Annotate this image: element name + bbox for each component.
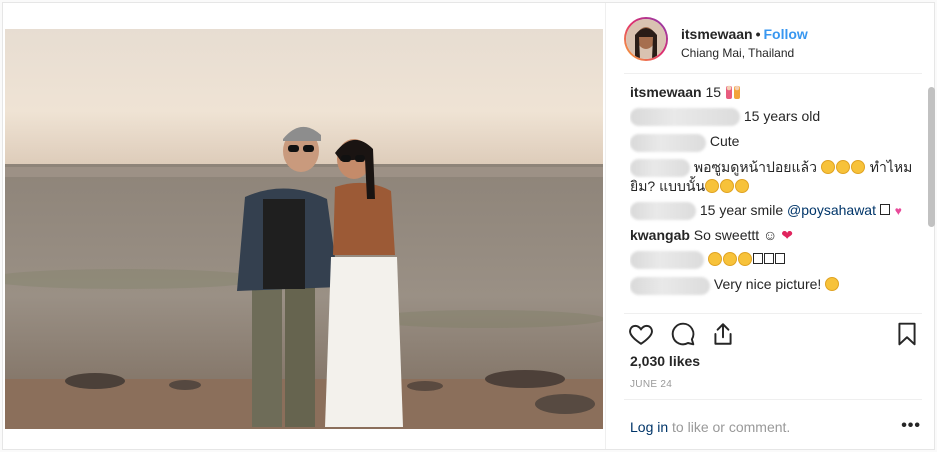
photo-image bbox=[5, 29, 603, 429]
laughing-emoji-icon bbox=[820, 159, 835, 174]
comment-text-continued: ยิม? แบบนั้น bbox=[630, 177, 706, 194]
comment-username[interactable]: kwangab bbox=[630, 227, 690, 243]
comments-list: itsmewaan 15 15 years old Cute พอซูมดูหน… bbox=[630, 83, 918, 311]
comment-text: 15 year smile bbox=[699, 201, 784, 218]
login-prompt: Log in to like or comment. bbox=[630, 419, 790, 435]
more-options-icon[interactable]: ••• bbox=[901, 417, 921, 435]
grin-emoji-icon bbox=[720, 178, 735, 193]
laughing-emoji-icon bbox=[835, 159, 850, 174]
comment-text: So sweettt ☺ bbox=[693, 227, 778, 244]
blurred-username bbox=[630, 108, 740, 127]
blurred-username bbox=[630, 276, 710, 295]
comments-divider bbox=[624, 313, 922, 314]
laughing-emoji-icon bbox=[850, 159, 865, 174]
comment-item: พอซูมดูหน้าปอยแล้ว ทำไหม ยิม? แบบนั้น bbox=[630, 158, 918, 195]
comment-text: Very nice picture! bbox=[713, 276, 822, 293]
comment-item: Cute bbox=[630, 132, 918, 152]
grin-emoji-icon bbox=[705, 178, 720, 193]
post-date[interactable]: JUNE 24 bbox=[630, 379, 672, 390]
comment-icon[interactable] bbox=[670, 321, 698, 349]
smile-emoji-icon bbox=[707, 252, 722, 267]
missing-glyph-icon bbox=[752, 253, 763, 265]
missing-glyph-icon bbox=[763, 253, 774, 265]
comment-text: พอซูมดูหน้าปอยแล้ว bbox=[693, 158, 817, 175]
blurred-username bbox=[630, 202, 696, 221]
action-bar bbox=[624, 321, 924, 349]
comment-item: itsmewaan 15 bbox=[630, 83, 918, 101]
header-divider bbox=[624, 73, 922, 74]
comments-scrollbar[interactable] bbox=[928, 87, 935, 227]
login-rest-text: to like or comment. bbox=[668, 419, 791, 435]
location-link[interactable]: Chiang Mai, Thailand bbox=[681, 46, 794, 60]
kiss-emoji-icon bbox=[825, 277, 840, 292]
comment-username[interactable]: itsmewaan bbox=[630, 84, 702, 100]
missing-glyph-icon bbox=[879, 203, 890, 215]
post-photo[interactable] bbox=[5, 29, 603, 429]
sparkle-heart-emoji-icon: ♥ bbox=[894, 203, 902, 218]
login-link[interactable]: Log in bbox=[630, 419, 668, 435]
comment-text: Cute bbox=[709, 133, 740, 150]
smile-emoji-icon bbox=[722, 252, 737, 267]
heart-icon[interactable] bbox=[628, 321, 656, 349]
grin-emoji-icon bbox=[735, 178, 750, 193]
separator-dot: • bbox=[755, 26, 761, 42]
comment-item: Very nice picture! bbox=[630, 275, 918, 295]
share-icon[interactable] bbox=[710, 321, 738, 349]
footer-divider bbox=[624, 399, 922, 400]
follow-button[interactable]: Follow bbox=[764, 26, 808, 42]
instagram-post: itsmewaan • Follow Chiang Mai, Thailand it… bbox=[2, 2, 935, 450]
dolls-emoji-icon bbox=[725, 84, 741, 100]
bookmark-icon[interactable] bbox=[894, 321, 922, 349]
smile-emoji-icon bbox=[737, 252, 752, 267]
comment-text: 15 years old bbox=[743, 108, 821, 124]
comment-item bbox=[630, 250, 918, 270]
post-side-panel: itsmewaan • Follow Chiang Mai, Thailand it… bbox=[605, 3, 937, 449]
comment-text-continued: ทำไหม bbox=[869, 158, 913, 175]
avatar[interactable] bbox=[624, 17, 668, 61]
post-header: itsmewaan • Follow Chiang Mai, Thailand bbox=[624, 17, 924, 69]
comment-item: 15 year smile @poysahawat ♥ bbox=[630, 201, 918, 221]
blurred-username bbox=[630, 133, 706, 152]
comment-text: 15 bbox=[705, 84, 722, 100]
red-heart-icon: ❤ bbox=[781, 227, 793, 244]
missing-glyph-icon bbox=[774, 253, 785, 265]
mention-link[interactable]: @poysahawat bbox=[787, 202, 876, 218]
comment-item: kwangab So sweettt ☺ ❤ bbox=[630, 226, 918, 244]
likes-count[interactable]: 2,030 likes bbox=[630, 353, 700, 369]
avatar-image bbox=[626, 19, 666, 59]
header-username[interactable]: itsmewaan bbox=[681, 26, 753, 42]
comment-item: 15 years old bbox=[630, 107, 918, 127]
blurred-username bbox=[630, 158, 690, 177]
header-username-row: itsmewaan • Follow bbox=[681, 26, 808, 42]
blurred-username bbox=[630, 251, 704, 270]
